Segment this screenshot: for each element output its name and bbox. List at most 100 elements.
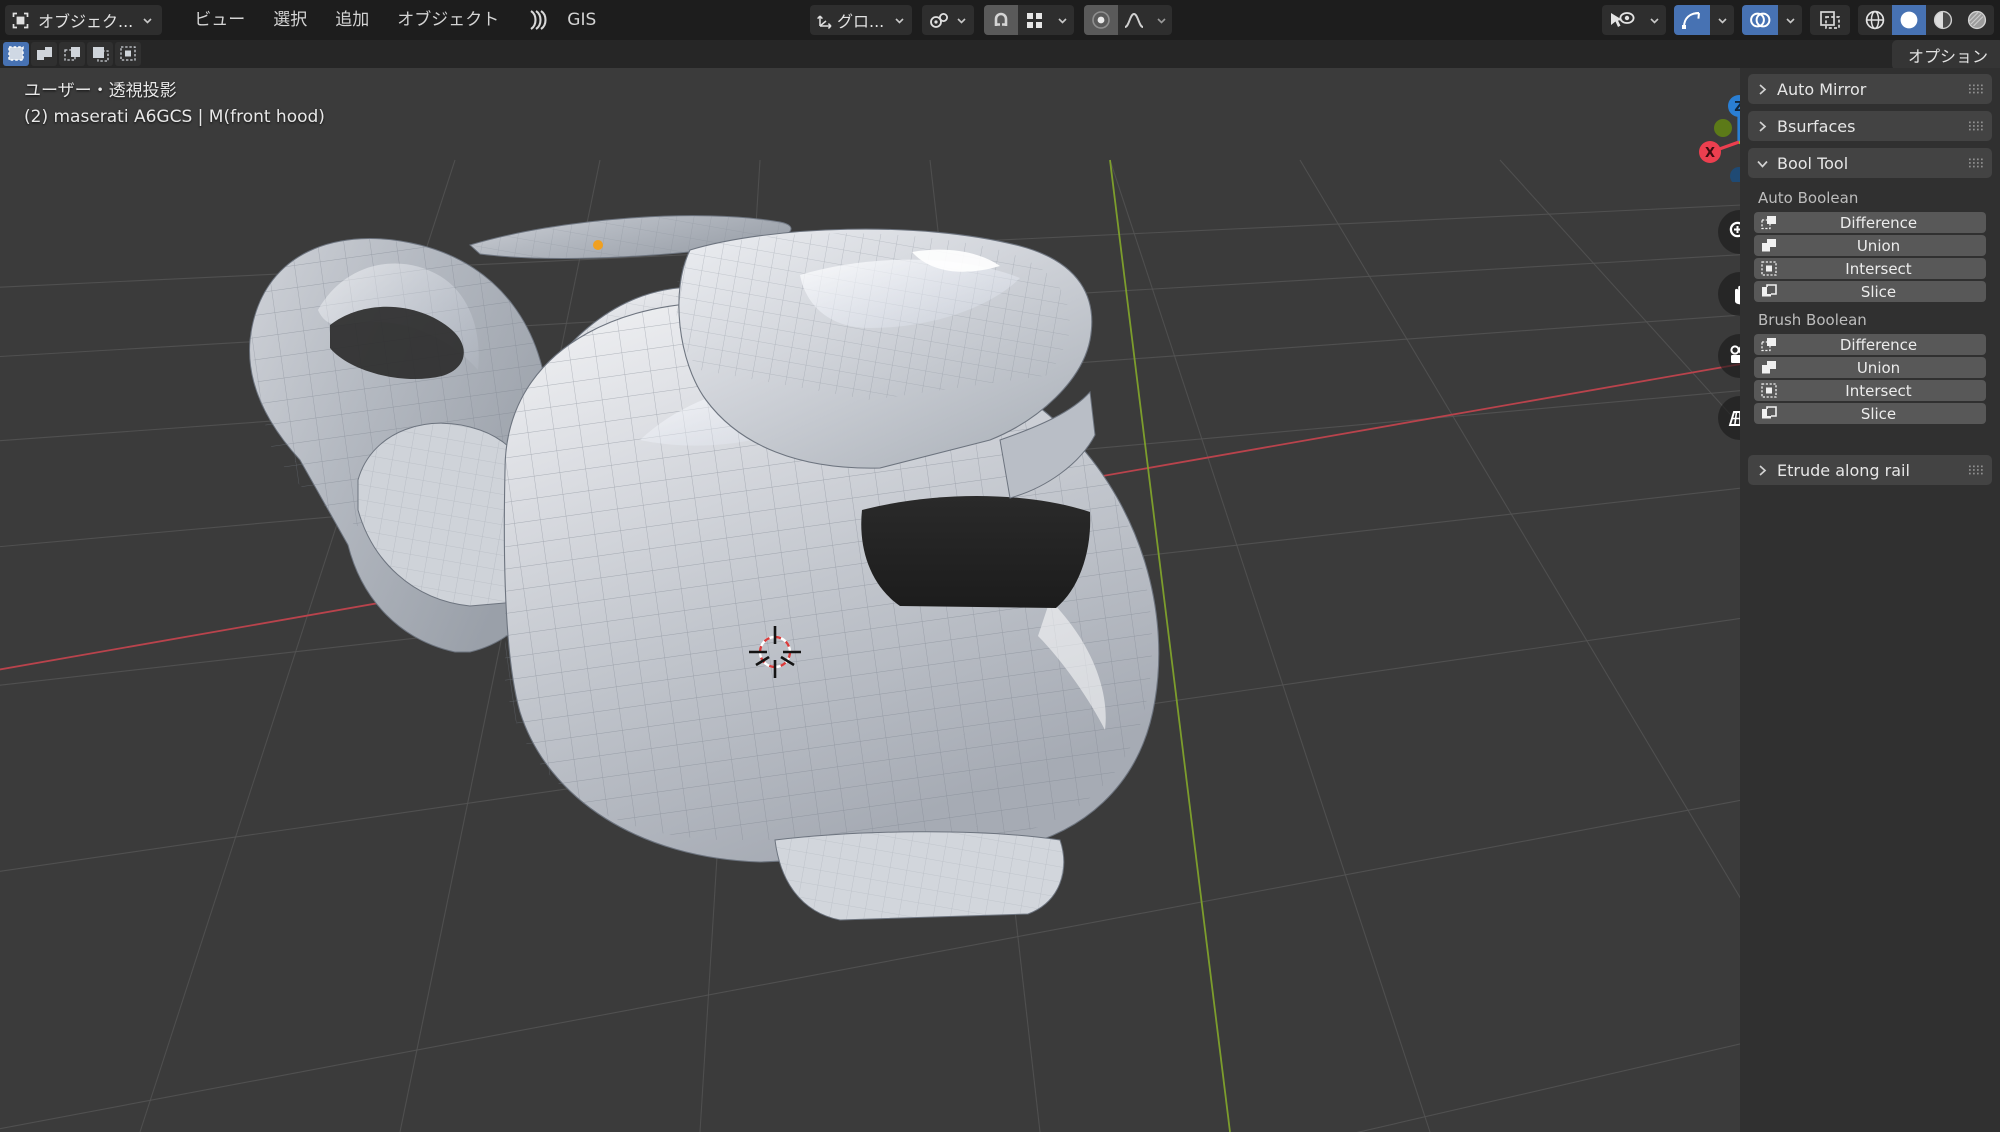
chevron-right-icon — [1759, 83, 1767, 95]
select-invert-icon — [92, 47, 109, 62]
proportional-edit-toggle[interactable] — [1084, 5, 1119, 35]
bool-slice-icon — [1757, 284, 1781, 299]
panel-title: Bool Tool — [1777, 153, 1849, 173]
auto-boolean-label: Auto Boolean — [1758, 189, 1859, 207]
select-invert-button[interactable] — [87, 42, 113, 66]
select-subtract-button[interactable] — [59, 42, 85, 66]
chevron-down-icon[interactable] — [1710, 15, 1734, 26]
overlays-dropdown-group — [1742, 5, 1802, 35]
transform-orientation-label: グロ... — [837, 12, 885, 31]
panel-header-etrude-along-rail[interactable]: Etrude along rail — [1748, 455, 1992, 485]
select-extend-button[interactable] — [31, 42, 57, 66]
chevron-down-icon — [950, 15, 972, 26]
auto-boolean-difference-button[interactable]: Difference — [1754, 212, 1986, 233]
panel-title: Auto Mirror — [1777, 79, 1867, 99]
menu-view[interactable]: ビュー — [180, 5, 259, 35]
shading-wireframe-button[interactable] — [1858, 5, 1892, 35]
tool-settings-bar — [0, 40, 2000, 68]
viewport-menu-bar: ビュー 選択 追加 オブジェクト — [180, 5, 513, 35]
shading-rendered-button[interactable] — [1960, 5, 1994, 35]
panel-header-bsurfaces[interactable]: Bsurfaces — [1748, 111, 1992, 141]
visibility-selectability-icon — [1611, 12, 1635, 27]
visibility-dropdown-group — [1602, 5, 1666, 35]
brush-boolean-difference-button[interactable]: Difference — [1754, 334, 1986, 355]
shading-material-preview-button[interactable] — [1926, 5, 1960, 35]
brush-boolean-union-button[interactable]: Union — [1754, 357, 1986, 378]
magnet-icon — [994, 12, 1008, 26]
select-extend-icon — [36, 47, 52, 60]
falloff-smooth-icon — [1124, 13, 1144, 28]
select-subtract-icon — [63, 47, 80, 61]
proportional-dot-icon — [1092, 11, 1111, 29]
chevron-down-icon[interactable] — [1050, 15, 1074, 26]
brush-boolean-slice-button[interactable]: Slice — [1754, 403, 1986, 424]
snap-magnet-toggle[interactable] — [984, 5, 1019, 35]
panel-header-bool-tool[interactable]: Bool Tool — [1748, 148, 1992, 178]
panel-title: Etrude along rail — [1777, 460, 1910, 480]
panel-bool-tool: Bool Tool Auto Boolean Difference Union … — [1748, 148, 1992, 432]
options-tab[interactable]: オプション — [1891, 40, 2000, 70]
snap-grid-icon — [1026, 12, 1042, 28]
menu-object[interactable]: オブジェクト — [383, 5, 513, 35]
header-display-controls — [1602, 5, 1994, 35]
header-transform-controls: グロ... — [810, 5, 1173, 35]
bool-union-icon — [1757, 360, 1781, 375]
proportional-falloff-button[interactable] — [1118, 5, 1150, 35]
shading-solid-button[interactable] — [1892, 5, 1926, 35]
menu-add[interactable]: 追加 — [321, 5, 383, 35]
snapping-group — [984, 5, 1075, 35]
chevron-down-icon[interactable] — [1642, 15, 1666, 26]
snap-target-button[interactable] — [1018, 5, 1050, 35]
overlays-toggle-button[interactable] — [1742, 5, 1778, 35]
bool-intersect-icon — [1757, 261, 1781, 276]
blender-window: ユーザー・透視投影 (2) maserati A6GCS | M(front h… — [0, 0, 2000, 1132]
panel-grip-icon[interactable] — [1969, 158, 1983, 168]
select-mode-group — [3, 42, 141, 66]
editor-type-selector[interactable]: オブジェク... — [5, 5, 163, 35]
3d-viewport[interactable]: ユーザー・透視投影 (2) maserati A6GCS | M(front h… — [0, 40, 2000, 1132]
select-set-button[interactable] — [3, 42, 29, 66]
xray-toggle-button[interactable] — [1810, 5, 1850, 35]
gizmo-x-label: X — [1705, 146, 1715, 161]
brush-boolean-intersect-button[interactable]: Intersect — [1754, 380, 1986, 401]
auto-boolean-intersect-button[interactable]: Intersect — [1754, 258, 1986, 279]
panel-title: Bsurfaces — [1777, 116, 1856, 136]
gis-addon-group: GIS — [527, 5, 602, 35]
panel-grip-icon[interactable] — [1969, 121, 1983, 131]
menu-gis[interactable]: GIS — [561, 5, 602, 35]
auto-boolean-union-button[interactable]: Union — [1754, 235, 1986, 256]
proportional-editing-group — [1084, 5, 1173, 35]
panel-grip-icon[interactable] — [1969, 84, 1983, 94]
pivot-point-dropdown[interactable] — [922, 5, 975, 35]
auto-boolean-slice-button[interactable]: Slice — [1754, 281, 1986, 302]
panel-etrude-along-rail: Etrude along rail — [1748, 455, 1992, 485]
gizmo-icon — [1682, 12, 1700, 29]
panel-header-auto-mirror[interactable]: Auto Mirror — [1748, 74, 1992, 104]
viewport-header: オブジェク... ビュー 選択 追加 オブジェクト GIS グロ... — [0, 0, 2000, 40]
panel-grip-icon[interactable] — [1969, 465, 1983, 475]
shading-material-preview-icon — [1933, 10, 1953, 30]
button-label: Slice — [1860, 404, 1897, 423]
panel-spacer — [1740, 439, 2000, 455]
menu-select[interactable]: 選択 — [259, 5, 321, 35]
button-label: Intersect — [1845, 259, 1912, 278]
panel-bsurfaces: Bsurfaces — [1748, 111, 1992, 141]
chevron-down-icon — [888, 15, 910, 26]
shading-solid-icon — [1900, 11, 1918, 29]
editor-type-label: オブジェク... — [38, 12, 134, 31]
shading-mode-group — [1858, 5, 1994, 35]
gizmo-toggle-button[interactable] — [1674, 5, 1710, 35]
panel-auto-mirror: Auto Mirror — [1748, 74, 1992, 104]
bool-union-icon — [1757, 238, 1781, 253]
chevron-down-icon[interactable] — [1778, 15, 1802, 26]
transform-orientation-dropdown[interactable]: グロ... — [810, 5, 913, 35]
gizmo-axis-neg-y — [1714, 119, 1732, 137]
visibility-selectability-button[interactable] — [1602, 5, 1642, 35]
select-intersect-button[interactable] — [115, 42, 141, 66]
button-label: Union — [1856, 236, 1901, 255]
shading-wireframe-icon — [1865, 10, 1885, 30]
object-mode-icon — [12, 12, 29, 28]
gis-curve-icon — [530, 10, 547, 30]
orientation-axes-icon — [817, 14, 832, 29]
chevron-down-icon[interactable] — [1150, 15, 1172, 26]
